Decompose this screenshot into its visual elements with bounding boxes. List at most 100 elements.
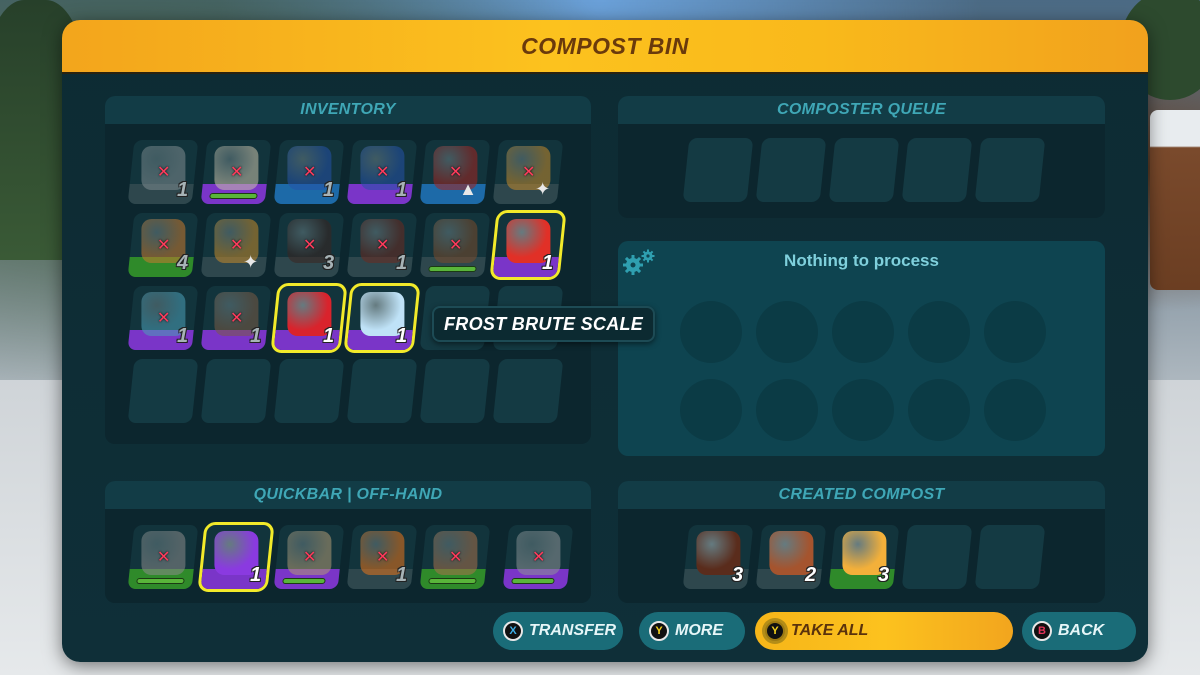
item-slot-shield[interactable]: ✕ [502,525,574,589]
created-header: CREATED COMPOST [618,481,1105,509]
item-tooltip: FROST BRUTE SCALE [432,306,656,342]
composter-queue-panel: COMPOSTER QUEUE [618,96,1105,218]
item-slot-blue-crystal[interactable]: ✕ 1 [127,286,199,350]
window-title: COMPOST BIN [521,32,689,59]
empty-slot[interactable] [974,525,1046,589]
back-button[interactable]: B BACK [1022,612,1136,650]
item-slot-red-fabric[interactable]: ✕ ▲ [419,140,491,204]
item-slot-red-stone[interactable]: ✕ 1 [346,213,418,277]
durability-bar [428,266,477,272]
item-slot-red-white-block[interactable]: 1 [270,283,348,353]
disabled-x-icon: ✕ [230,310,244,327]
transfer-label: TRANSFER [529,622,617,639]
item-slot-stone-knife[interactable]: ✕ [127,525,199,589]
item-slot-compost-pile[interactable]: 3 [682,525,754,589]
item-slot-glass-pane[interactable]: ✕ 1 [127,140,199,204]
empty-slot[interactable] [419,359,491,423]
item-slot-gold-medallion[interactable]: ✕ ✦ [492,140,564,204]
item-count: 3 [322,252,335,274]
empty-slot[interactable] [682,138,754,202]
process-slot [908,379,970,441]
item-slot-frost-brute-scale[interactable]: 1 [343,283,421,353]
process-status: Nothing to process [784,251,939,270]
disabled-x-icon: ✕ [303,237,317,254]
item-count: 1 [176,325,189,347]
item-slot-blue-potion-yellow[interactable]: ✕ 1 [346,140,418,204]
more-button[interactable]: Y MORE [639,612,745,650]
quickbar-panel: QUICKBAR | OFF-HAND ✕ 1 ✕ ✕ 1 ✕ ✕ [105,481,591,603]
empty-slot[interactable] [901,525,973,589]
take-all-button[interactable]: Y TAKE ALL [755,612,1013,650]
disabled-x-icon: ✕ [157,310,171,327]
item-slot-orange-leaf[interactable]: ✕ 4 [127,213,199,277]
arrow-up-icon: ▲ [459,179,478,199]
empty-slot[interactable] [901,138,973,202]
durability-bar [136,578,185,584]
queue-header: COMPOSTER QUEUE [618,96,1105,124]
item-count: 1 [395,252,408,274]
created-compost-panel: CREATED COMPOST 3 2 3 [618,481,1105,603]
item-slot-red-green-stack[interactable]: 1 [489,210,567,280]
inventory-header: INVENTORY [105,96,591,124]
empty-slot[interactable] [755,138,827,202]
item-slot-clay-chunk[interactable]: 2 [755,525,827,589]
disabled-x-icon: ✕ [449,237,463,254]
item-slot-torch[interactable]: ✕ 1 [346,525,418,589]
disabled-x-icon: ✕ [303,549,317,566]
disabled-x-icon: ✕ [230,164,244,181]
item-count: 1 [249,564,262,586]
star-icon: ✦ [535,179,551,199]
disabled-x-icon: ✕ [376,549,390,566]
x-key-icon: X [503,621,523,641]
process-slot [908,301,970,363]
take-all-label: TAKE ALL [791,622,869,639]
empty-slot[interactable] [974,138,1046,202]
item-slot-yellow-leaf[interactable]: 3 [828,525,900,589]
process-slot [832,301,894,363]
process-slot [756,379,818,441]
item-slot-wooden-sword[interactable]: ✕ [419,525,491,589]
empty-slot[interactable] [127,359,199,423]
process-slot [680,301,742,363]
durability-bar [282,578,326,584]
empty-slot[interactable] [828,138,900,202]
disabled-x-icon: ✕ [376,164,390,181]
empty-slot[interactable] [346,359,418,423]
item-count: 3 [731,564,744,586]
disabled-x-icon: ✕ [449,549,463,566]
empty-slot[interactable] [200,359,272,423]
item-count: 3 [877,564,890,586]
quickbar-header: QUICKBAR | OFF-HAND [105,481,591,509]
item-count: 1 [322,325,335,347]
item-slot-blue-potion-orange[interactable]: ✕ 1 [273,140,345,204]
background-stump [1150,110,1200,290]
process-slot [984,301,1046,363]
item-slot-gold-medallion[interactable]: ✕ ✦ [200,213,272,277]
item-slot-dark-clump[interactable]: ✕ 3 [273,213,345,277]
item-slot-brown-shell[interactable]: ✕ 1 [200,286,272,350]
disabled-x-icon: ✕ [522,164,536,181]
inventory-panel: INVENTORY ✕ 1 ✕ ✕ 1 ✕ 1 ✕ ▲ ✕ ✦ ✕ 4 ✕ ✦ ✕ 3 ✕ 1 ✕ 1 ✕ 1 ✕ 1 1 1 [105,96,591,444]
durability-bar [511,578,555,584]
back-label: BACK [1058,622,1105,639]
empty-slot[interactable] [273,359,345,423]
item-slot-wooden-spear[interactable]: ✕ [419,213,491,277]
durability-bar [428,578,477,584]
item-count: 4 [176,252,189,274]
b-key-icon: B [1032,621,1052,641]
transfer-button[interactable]: X TRANSFER [493,612,623,650]
disabled-x-icon: ✕ [157,237,171,254]
item-slot-crossbow[interactable]: ✕ [200,140,272,204]
item-slot-purple-gem[interactable]: 1 [197,522,275,592]
item-count: 1 [249,325,262,347]
item-slot-fishing-rod[interactable]: ✕ [273,525,345,589]
item-count: 1 [395,325,408,347]
empty-slot[interactable] [492,359,564,423]
process-slot [756,301,818,363]
star-icon: ✦ [243,252,259,272]
item-count: 1 [176,179,189,201]
disabled-x-icon: ✕ [157,549,171,566]
process-slot [984,379,1046,441]
process-slot [680,379,742,441]
item-count: 1 [395,179,408,201]
